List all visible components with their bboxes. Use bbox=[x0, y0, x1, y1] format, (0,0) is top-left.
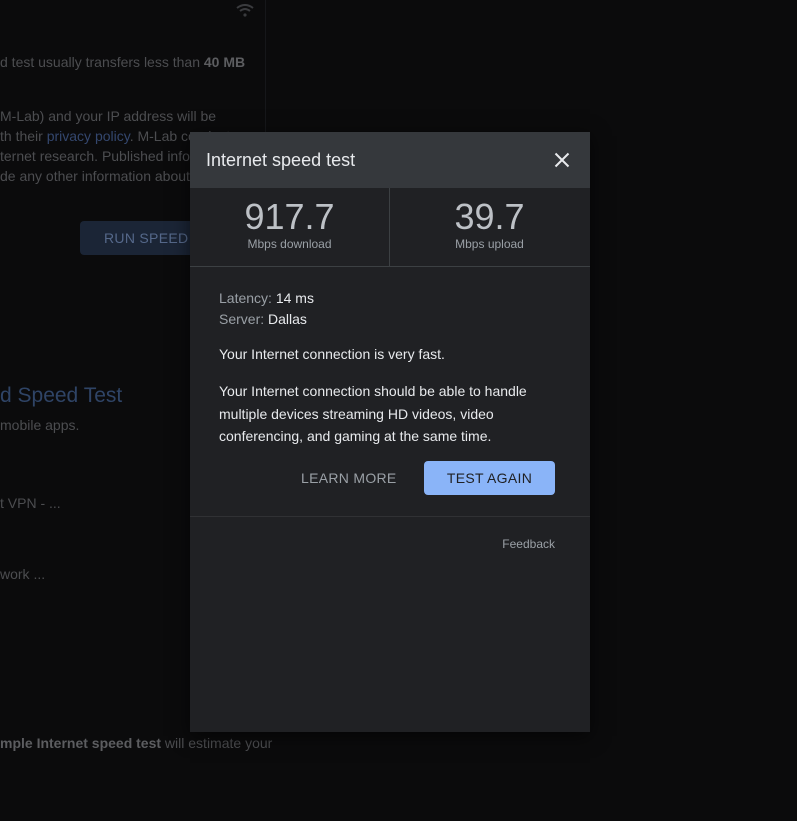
background-heading: d Speed Test bbox=[0, 384, 123, 407]
upload-result: 39.7 Mbps upload bbox=[390, 188, 589, 266]
background-text-info: de any other information about bbox=[0, 168, 190, 184]
wifi-icon bbox=[236, 4, 254, 17]
connection-summary: Your Internet connection is very fast. bbox=[219, 346, 445, 362]
dialog-title: Internet speed test bbox=[206, 150, 356, 170]
background-text-mlab: M-Lab) and your IP address will be bbox=[0, 108, 217, 124]
download-result: 917.7 Mbps download bbox=[190, 188, 389, 266]
footer-divider bbox=[190, 516, 590, 517]
latency-label: Latency: bbox=[219, 290, 272, 306]
download-unit: Mbps download bbox=[247, 237, 332, 251]
latency-value: 14 ms bbox=[275, 290, 314, 306]
background-text-research: ternet research. Published infor bbox=[0, 148, 195, 164]
background-text-mobile: mobile apps. bbox=[0, 417, 80, 433]
learn-more-button[interactable]: LEARN MORE bbox=[297, 461, 401, 495]
close-icon[interactable] bbox=[550, 148, 574, 172]
latency-row: Latency: 14 ms bbox=[219, 288, 561, 309]
upload-unit: Mbps upload bbox=[455, 237, 524, 251]
server-value: Dallas bbox=[268, 311, 307, 327]
download-value: 917.7 bbox=[244, 196, 335, 237]
test-meta: Latency: 14 ms Server: Dallas bbox=[219, 288, 561, 330]
background-result-network[interactable]: work ... bbox=[0, 564, 45, 584]
privacy-policy-link[interactable]: privacy policy bbox=[47, 128, 130, 144]
speed-results: 917.7 Mbps download 39.7 Mbps upload bbox=[190, 188, 590, 267]
dialog-actions: LEARN MORE TEST AGAIN bbox=[190, 461, 590, 495]
server-row: Server: Dallas bbox=[219, 309, 561, 330]
background-text-estimate: mple Internet speed test will estimate y… bbox=[0, 735, 273, 751]
test-again-button[interactable]: TEST AGAIN bbox=[424, 461, 555, 495]
connection-description: Your Internet connection should be able … bbox=[219, 383, 527, 444]
server-label: Server: bbox=[219, 311, 265, 327]
background-result-vpn[interactable]: t VPN - ... bbox=[0, 493, 61, 513]
upload-value: 39.7 bbox=[454, 196, 525, 237]
speed-test-dialog: Internet speed test 917.7 Mbps download … bbox=[190, 132, 590, 732]
result-details: Latency: 14 ms Server: Dallas Your Inter… bbox=[190, 288, 590, 448]
feedback-link[interactable]: Feedback bbox=[502, 537, 555, 551]
dialog-header: Internet speed test bbox=[190, 132, 590, 188]
background-text-transfer: d test usually transfers less than 40 MB bbox=[0, 54, 246, 70]
